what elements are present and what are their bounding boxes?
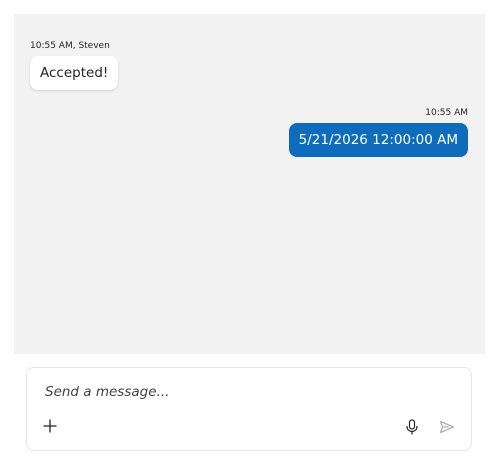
message-list[interactable]: 10:55 AM, Steven Accepted! 10:55 AM 5/21… (14, 14, 485, 354)
send-button[interactable] (435, 415, 459, 439)
sent-message-bubble: 5/21/2026 12:00:00 AM (288, 123, 468, 157)
microphone-icon (406, 419, 418, 435)
received-message-bubble: Accepted! (30, 56, 119, 90)
microphone-button[interactable] (400, 415, 424, 439)
send-icon (439, 420, 455, 434)
received-message-meta: 10:55 AM, Steven (30, 41, 110, 51)
add-attachment-button[interactable] (38, 414, 62, 438)
message-composer (26, 367, 472, 451)
chat-window: 10:55 AM, Steven Accepted! 10:55 AM 5/21… (14, 14, 485, 466)
message-input[interactable] (45, 382, 445, 402)
plus-icon (43, 419, 57, 433)
sent-message-meta: 10:55 AM (425, 108, 468, 118)
